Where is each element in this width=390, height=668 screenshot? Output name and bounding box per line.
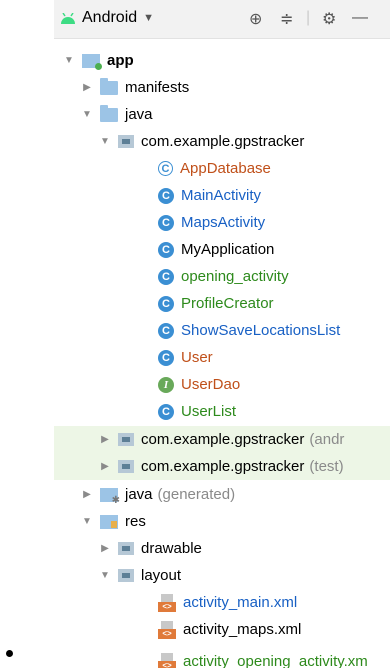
collapsed-arrow-icon[interactable]: ▶ (80, 82, 94, 93)
tree-item-label: app (107, 52, 134, 69)
tree-item-app[interactable]: ▼ app (54, 47, 390, 74)
tree-item-class[interactable]: C AppDatabase (54, 155, 390, 182)
project-panel: Android ▼ ⊕ ≑ | ⚙ — ▼ app ▶ manifests ▼ … (54, 0, 390, 668)
class-icon: C (158, 241, 174, 258)
tree-item-xml-file[interactable]: <> activity_opening_activity.xm (54, 648, 390, 668)
locate-icon[interactable]: ⊕ (249, 9, 262, 29)
tree-item-class[interactable]: C UserList (54, 398, 390, 425)
expanded-arrow-icon[interactable]: ▼ (62, 55, 76, 66)
expanded-arrow-icon[interactable]: ▼ (80, 516, 94, 527)
collapse-all-icon[interactable]: ≑ (280, 9, 293, 29)
tree-item-suffix: (test) (309, 458, 344, 475)
expanded-arrow-icon[interactable]: ▼ (98, 136, 112, 147)
tree-item-label: com.example.gpstracker (141, 431, 305, 448)
tree-item-label: ShowSaveLocationsList (181, 322, 341, 339)
tree-item-label: java (125, 486, 153, 503)
collapsed-arrow-icon[interactable]: ▶ (80, 489, 94, 500)
tree-item-res[interactable]: ▼ res (54, 508, 390, 535)
tree-item-label: java (125, 106, 153, 123)
tree-item-java-generated[interactable]: ▶ java (generated) (54, 481, 390, 508)
tree-item-label: activity_main.xml (183, 594, 298, 611)
tree-item-class[interactable]: C ProfileCreator (54, 290, 390, 317)
tree-item-label: activity_opening_activity.xm (183, 653, 368, 668)
tree-item-label: MainActivity (181, 187, 262, 204)
tree-item-package-android-test[interactable]: ▶ com.example.gpstracker (andr (54, 426, 390, 453)
tree-item-class[interactable]: C opening_activity (54, 263, 390, 290)
tree-item-interface[interactable]: I UserDao (54, 371, 390, 398)
expanded-arrow-icon[interactable]: ▼ (80, 109, 94, 120)
tree-item-label: UserDao (181, 376, 241, 393)
generated-folder-icon (100, 487, 120, 506)
tree-item-suffix: (andr (309, 431, 345, 448)
tree-item-label: manifests (125, 79, 190, 96)
class-icon: C (158, 349, 174, 366)
class-icon: C (158, 403, 174, 420)
folder-icon (100, 104, 118, 122)
chevron-down-icon: ▼ (143, 12, 155, 24)
module-icon (82, 53, 102, 70)
package-icon (118, 433, 134, 446)
bullet-point (6, 650, 13, 657)
resource-folder-icon (100, 514, 118, 529)
tree-item-class[interactable]: C MainActivity (54, 182, 390, 209)
tree-item-package-test[interactable]: ▶ com.example.gpstracker (test) (54, 453, 390, 480)
tree-item-label: ProfileCreator (181, 295, 274, 312)
tree-item-package-main[interactable]: ▼ com.example.gpstracker (54, 128, 390, 155)
collapsed-arrow-icon[interactable]: ▶ (98, 543, 112, 554)
class-icon: C (158, 214, 174, 231)
folder-icon (118, 569, 134, 582)
tree-item-label: activity_maps.xml (183, 621, 302, 638)
collapsed-arrow-icon[interactable]: ▶ (98, 461, 112, 472)
tree-item-java[interactable]: ▼ java (54, 101, 390, 128)
package-icon (118, 135, 134, 148)
tree-item-label: com.example.gpstracker (141, 458, 305, 475)
toolbar-divider: | (306, 9, 311, 26)
tree-item-label: User (181, 349, 213, 366)
tree-item-label: drawable (141, 540, 202, 557)
interface-icon: I (158, 376, 174, 393)
tree-item-label: AppDatabase (180, 160, 271, 177)
tree-item-xml-file[interactable]: <> activity_main.xml (54, 589, 390, 616)
view-mode-label: Android (82, 9, 138, 26)
folder-icon (100, 77, 118, 95)
tree-item-label: res (125, 513, 146, 530)
tree-item-label: layout (141, 567, 182, 584)
folder-icon (118, 542, 134, 555)
tree-item-label: com.example.gpstracker (141, 133, 305, 150)
tree-item-label: UserList (181, 403, 237, 420)
package-icon (118, 460, 134, 473)
tree-item-layout[interactable]: ▼ layout (54, 562, 390, 589)
tree-item-label: MyApplication (181, 241, 275, 258)
expanded-arrow-icon[interactable]: ▼ (98, 570, 112, 581)
tree-item-suffix: (generated) (157, 486, 236, 503)
minimize-icon[interactable]: — (352, 9, 368, 27)
view-mode-dropdown[interactable]: Android ▼ (60, 9, 154, 27)
tree-item-class[interactable]: C User (54, 344, 390, 371)
gear-icon[interactable]: ⚙ (322, 9, 336, 29)
collapsed-arrow-icon[interactable]: ▶ (98, 434, 112, 445)
class-icon: C (158, 187, 174, 204)
project-toolbar: Android ▼ ⊕ ≑ | ⚙ — (54, 0, 390, 39)
xml-file-icon: <> (158, 593, 176, 612)
class-icon: C (158, 322, 174, 339)
class-icon: C (158, 295, 174, 312)
xml-file-icon: <> (158, 620, 176, 639)
tree-item-class[interactable]: C ShowSaveLocationsList (54, 317, 390, 344)
tree-item-class[interactable]: C MapsActivity (54, 209, 390, 236)
tree-item-manifests[interactable]: ▶ manifests (54, 74, 390, 101)
tree-item-xml-file[interactable]: <> activity_maps.xml (54, 616, 390, 643)
tree-item-label: MapsActivity (181, 214, 266, 231)
android-icon (61, 12, 75, 24)
tree-item-label: opening_activity (181, 268, 289, 285)
xml-file-icon: <> (158, 652, 176, 668)
tree-item-drawable[interactable]: ▶ drawable (54, 535, 390, 562)
class-icon: C (158, 268, 174, 285)
tree-item-class[interactable]: C MyApplication (54, 236, 390, 263)
abstract-class-icon: C (158, 161, 173, 176)
